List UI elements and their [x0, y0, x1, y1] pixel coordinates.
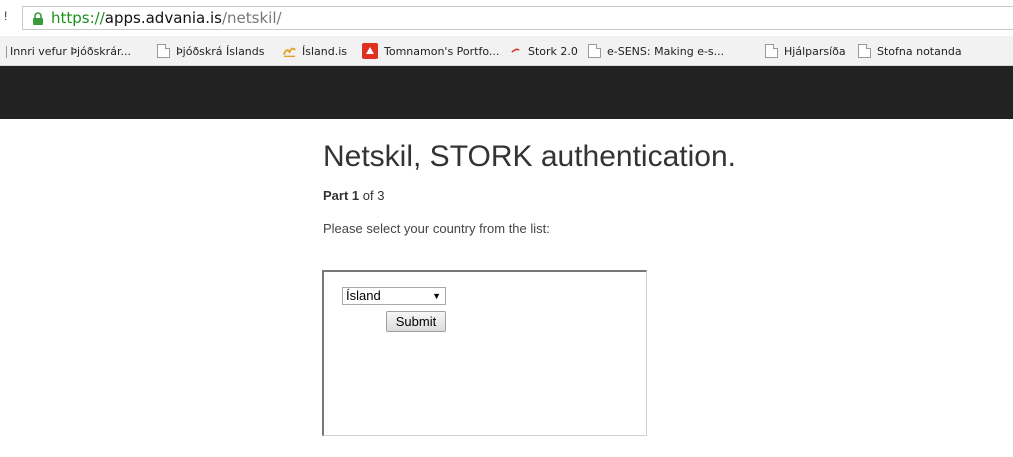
page-title: Netskil, STORK authentication. [323, 140, 736, 173]
bookmark-label: Stofna notanda [877, 44, 962, 58]
bookmark-stork[interactable]: Stork 2.0 [509, 43, 578, 59]
url-text: https://apps.advania.is/netskil/ [51, 9, 282, 27]
stork-icon [511, 48, 520, 53]
chevron-down-icon: ▼ [432, 291, 441, 301]
bookmark-thjodskra-islands[interactable]: Þjóðskrá Íslands [157, 43, 265, 59]
step-total: of 3 [359, 188, 385, 203]
url-scheme: https:// [51, 9, 105, 27]
bookmark-label: Tomnamon's Portfo... [384, 44, 500, 58]
bookmark-label: Þjóðskrá Íslands [176, 44, 265, 58]
island-is-logo-icon [283, 47, 296, 58]
bookmark-stofna-notanda[interactable]: Stofna notanda [858, 43, 962, 59]
url-host: apps.advania.is [104, 9, 222, 27]
lock-icon [33, 12, 43, 25]
step-label: Part 1 [323, 188, 360, 203]
instruction-text: Please select your country from the list… [323, 221, 550, 236]
bookmark-label: Ísland.is [302, 44, 348, 58]
url-path: /netskil/ [222, 9, 282, 27]
submit-button[interactable]: Submit [386, 311, 446, 332]
portfolio-icon [362, 43, 378, 59]
country-select[interactable]: Ísland ▼ [342, 287, 446, 305]
page-icon [157, 44, 170, 58]
bookmark-tomnamon-portfolio[interactable]: Tomnamon's Portfo... [362, 43, 499, 59]
step-indicator: Part 1 of 3 [323, 188, 384, 203]
bookmark-e-sens[interactable]: e-SENS: Making e-s... [588, 43, 724, 59]
site-header-band [0, 66, 1013, 119]
address-bar-row: ! https://apps.advania.is/netskil/ [0, 0, 1013, 36]
bookmark-innri-vefur[interactable]: Innri vefur Þjóðskrár... [10, 43, 131, 59]
url-field[interactable]: https://apps.advania.is/netskil/ [22, 6, 1013, 30]
bookmark-label: Innri vefur Þjóðskrár... [10, 44, 131, 58]
bookmark-label: e-SENS: Making e-s... [607, 44, 725, 58]
bookmark-hjalparsida[interactable]: Hjálparsíða [765, 43, 846, 59]
bookmarks-bar: Innri vefur Þjóðskrár... Þjóðskrá Ísland… [0, 36, 1013, 66]
bookmark-island-is[interactable]: Ísland.is [283, 43, 347, 59]
bookmark-label: Stork 2.0 [528, 44, 578, 58]
page-icon [765, 44, 778, 58]
country-selection-frame: Ísland ▼ Submit [322, 270, 647, 436]
bookmarks-divider [6, 46, 7, 58]
selected-country: Ísland [346, 288, 381, 303]
page-icon [588, 44, 601, 58]
page-icon [858, 44, 871, 58]
bookmark-label: Hjálparsíða [784, 44, 846, 58]
left-edge-glyph: ! [4, 9, 8, 23]
